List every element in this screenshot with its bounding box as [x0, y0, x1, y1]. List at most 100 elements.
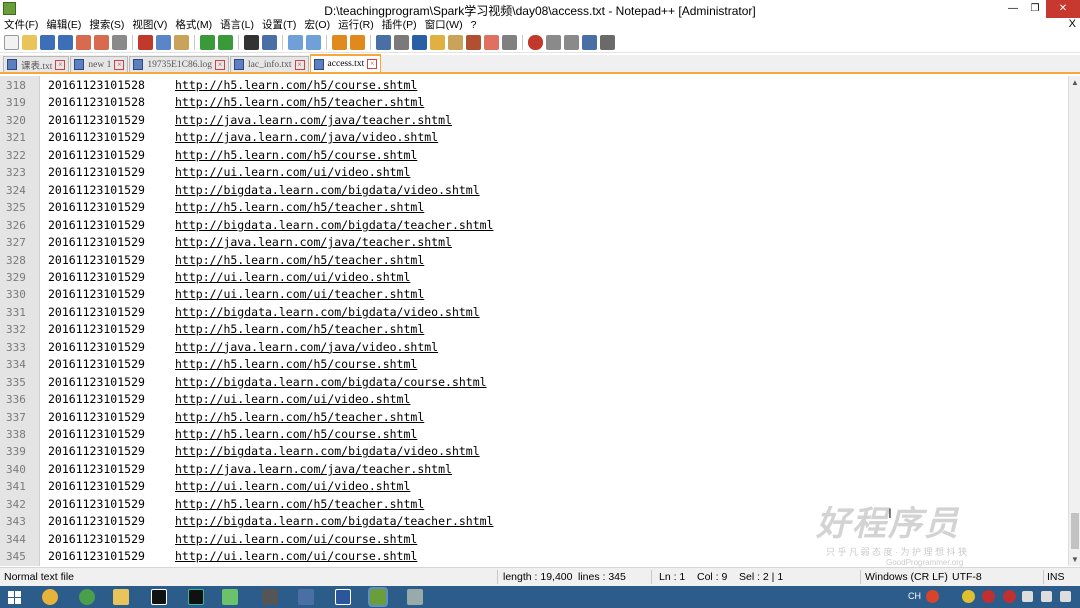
- menu-plugins[interactable]: 插件(P): [378, 18, 421, 33]
- open-file-icon[interactable]: [22, 35, 37, 50]
- text-line[interactable]: 341 20161123101529 http://ui.learn.com/ui/…: [0, 478, 1068, 496]
- text-line[interactable]: 326 20161123101529 http://bigdata.learn.co…: [0, 217, 1068, 235]
- doc-map-icon[interactable]: [448, 35, 463, 50]
- text-line[interactable]: 339 20161123101529 http://bigdata.learn.co…: [0, 443, 1068, 461]
- url-link[interactable]: http://h5.learn.com/h5/teacher.shtml: [175, 252, 424, 270]
- window-icon[interactable]: [298, 589, 314, 605]
- menu-edit[interactable]: 编辑(E): [42, 18, 85, 33]
- tray-app-icon[interactable]: [962, 590, 975, 603]
- scroll-down-icon[interactable]: ▼: [1071, 555, 1079, 564]
- close-tab-icon[interactable]: ×: [367, 59, 378, 69]
- calculator-icon[interactable]: [262, 589, 278, 605]
- text-line[interactable]: 336 20161123101529 http://ui.learn.com/ui/…: [0, 391, 1068, 409]
- url-link[interactable]: http://ui.learn.com/ui/course.shtml: [175, 531, 417, 549]
- menu-language[interactable]: 语言(L): [216, 18, 258, 33]
- new-file-icon[interactable]: [4, 35, 19, 50]
- udl-icon[interactable]: [430, 35, 445, 50]
- url-link[interactable]: http://h5.learn.com/h5/course.shtml: [175, 426, 417, 444]
- url-link[interactable]: http://bigdata.learn.com/bigdata/teacher…: [175, 513, 494, 531]
- url-link[interactable]: http://java.learn.com/java/teacher.shtml: [175, 234, 452, 252]
- text-line[interactable]: 328 20161123101529 http://h5.learn.com/h5/…: [0, 252, 1068, 270]
- close-icon[interactable]: [76, 35, 91, 50]
- menu-view[interactable]: 视图(V): [128, 18, 171, 33]
- tray-app-icon[interactable]: [1003, 590, 1016, 603]
- monitor-icon[interactable]: [502, 35, 517, 50]
- undo-icon[interactable]: [200, 35, 215, 50]
- paste-icon[interactable]: [174, 35, 189, 50]
- indent-guide-icon[interactable]: [412, 35, 427, 50]
- url-link[interactable]: http://h5.learn.com/h5/course.shtml: [175, 147, 417, 165]
- maximize-button[interactable]: ❐: [1024, 0, 1046, 18]
- windows-start-icon[interactable]: [8, 591, 21, 604]
- text-line[interactable]: 331 20161123101529 http://bigdata.learn.co…: [0, 304, 1068, 322]
- close-all-icon[interactable]: [94, 35, 109, 50]
- volume-icon[interactable]: [1041, 591, 1052, 602]
- stop-macro-icon[interactable]: [546, 35, 561, 50]
- close-tab-icon[interactable]: ×: [55, 59, 66, 70]
- text-line[interactable]: 330 20161123101529 http://ui.learn.com/ui/…: [0, 286, 1068, 304]
- close-tab-icon[interactable]: ×: [215, 59, 226, 70]
- text-line[interactable]: 333 20161123101529 http://java.learn.com/j…: [0, 339, 1068, 357]
- text-line[interactable]: 321 20161123101529 http://java.learn.com/j…: [0, 129, 1068, 147]
- record-macro-icon[interactable]: [528, 35, 543, 50]
- text-line[interactable]: 323 20161123101529 http://ui.learn.com/ui/…: [0, 164, 1068, 182]
- menu-run[interactable]: 运行(R): [334, 18, 378, 33]
- folder-icon[interactable]: [484, 35, 499, 50]
- word-icon[interactable]: [335, 589, 351, 605]
- menu-macro[interactable]: 宏(O): [300, 18, 334, 33]
- app-icon[interactable]: [222, 589, 238, 605]
- url-link[interactable]: http://ui.learn.com/ui/video.shtml: [175, 478, 410, 496]
- text-line[interactable]: 324 20161123101529 http://bigdata.learn.co…: [0, 182, 1068, 200]
- zoom-in-icon[interactable]: [288, 35, 303, 50]
- tab-schedule[interactable]: 课表.txt ×: [3, 56, 70, 72]
- play-macro-icon[interactable]: [564, 35, 579, 50]
- sync-h-icon[interactable]: [350, 35, 365, 50]
- url-link[interactable]: http://h5.learn.com/h5/teacher.shtml: [175, 94, 424, 112]
- menu-format[interactable]: 格式(M): [171, 18, 216, 33]
- vertical-scrollbar[interactable]: ▲ ▼: [1068, 76, 1080, 566]
- menu-help[interactable]: ?: [467, 18, 481, 33]
- menu-window[interactable]: 窗口(W): [421, 18, 467, 33]
- wrap-icon[interactable]: [376, 35, 391, 50]
- url-link[interactable]: http://bigdata.learn.com/bigdata/course.…: [175, 374, 487, 392]
- input-language[interactable]: CH: [908, 591, 921, 601]
- scroll-up-icon[interactable]: ▲: [1071, 78, 1079, 87]
- url-link[interactable]: http://h5.learn.com/h5/teacher.shtml: [175, 496, 424, 514]
- text-line[interactable]: 325 20161123101529 http://h5.learn.com/h5/…: [0, 199, 1068, 217]
- close-tab-icon[interactable]: ×: [114, 59, 125, 70]
- url-link[interactable]: http://h5.learn.com/h5/teacher.shtml: [175, 409, 424, 427]
- url-link[interactable]: http://ui.learn.com/ui/teacher.shtml: [175, 286, 424, 304]
- menu-search[interactable]: 搜索(S): [85, 18, 128, 33]
- menu-file[interactable]: 文件(F): [0, 18, 42, 33]
- text-line[interactable]: 340 20161123101529 http://java.learn.com/j…: [0, 461, 1068, 479]
- tab-log[interactable]: 19735E1C86.log ×: [129, 56, 230, 72]
- copy-icon[interactable]: [156, 35, 171, 50]
- save-macro-icon[interactable]: [600, 35, 615, 50]
- notification-icon[interactable]: [1060, 591, 1071, 602]
- tab-new-1[interactable]: new 1 ×: [70, 56, 129, 72]
- close-document-button[interactable]: X: [1069, 18, 1076, 30]
- redo-icon[interactable]: [218, 35, 233, 50]
- url-link[interactable]: http://ui.learn.com/ui/video.shtml: [175, 269, 410, 287]
- url-link[interactable]: http://bigdata.learn.com/bigdata/video.s…: [175, 182, 480, 200]
- text-line[interactable]: 327 20161123101529 http://java.learn.com/j…: [0, 234, 1068, 252]
- save-all-icon[interactable]: [58, 35, 73, 50]
- text-editor[interactable]: 318 20161123101528 http://h5.learn.com/h5/…: [0, 76, 1068, 566]
- notepadpp-icon[interactable]: [368, 587, 388, 607]
- url-link[interactable]: http://h5.learn.com/h5/course.shtml: [175, 77, 417, 95]
- url-link[interactable]: http://java.learn.com/java/video.shtml: [175, 129, 438, 147]
- text-line[interactable]: 332 20161123101529 http://h5.learn.com/h5/…: [0, 321, 1068, 339]
- url-link[interactable]: http://java.learn.com/java/teacher.shtml: [175, 461, 452, 479]
- text-line[interactable]: 318 20161123101528 http://h5.learn.com/h5/…: [0, 77, 1068, 95]
- url-link[interactable]: http://ui.learn.com/ui/video.shtml: [175, 164, 410, 182]
- chrome-alt-icon[interactable]: [79, 589, 95, 605]
- url-link[interactable]: http://bigdata.learn.com/bigdata/teacher…: [175, 217, 494, 235]
- vmware-icon[interactable]: [407, 589, 423, 605]
- url-link[interactable]: http://java.learn.com/java/video.shtml: [175, 339, 438, 357]
- url-link[interactable]: http://bigdata.learn.com/bigdata/video.s…: [175, 443, 480, 461]
- menu-settings[interactable]: 设置(T): [258, 18, 300, 33]
- url-link[interactable]: http://h5.learn.com/h5/teacher.shtml: [175, 199, 424, 217]
- find-icon[interactable]: [244, 35, 259, 50]
- text-line[interactable]: 329 20161123101529 http://ui.learn.com/ui/…: [0, 269, 1068, 287]
- text-line[interactable]: 338 20161123101529 http://h5.learn.com/h5/…: [0, 426, 1068, 444]
